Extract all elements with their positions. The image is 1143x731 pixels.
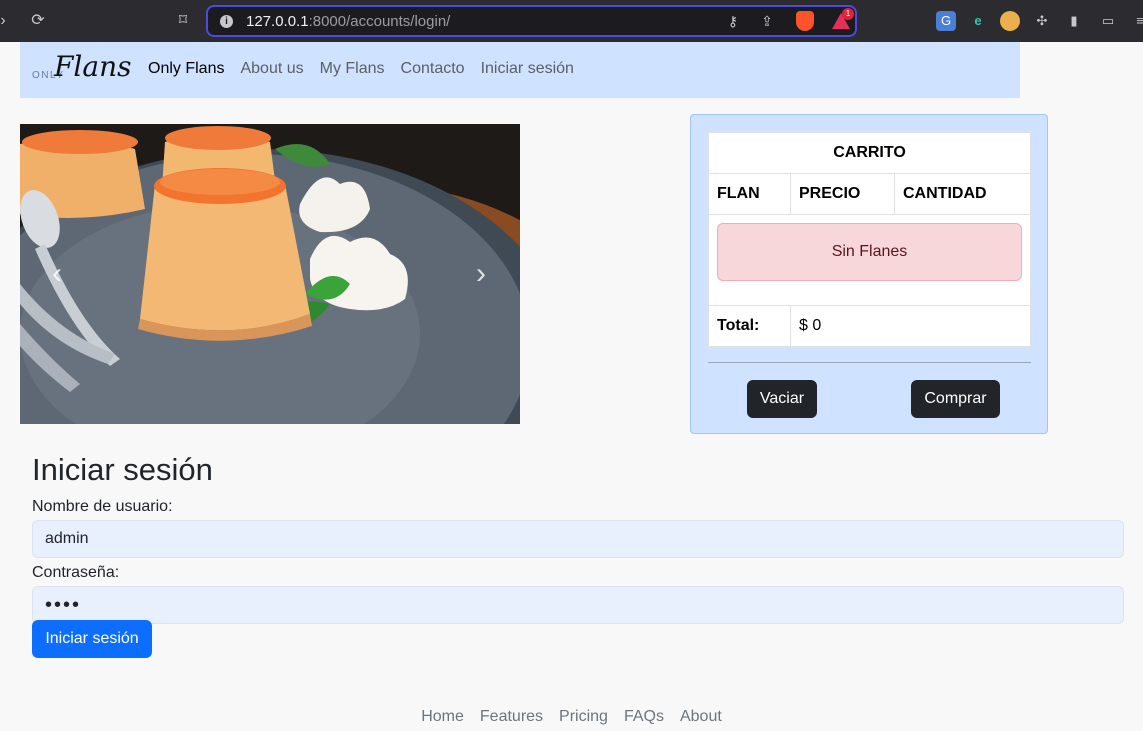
empty-cart-button[interactable]: Vaciar bbox=[747, 380, 817, 418]
cart-col-precio: PRECIO bbox=[790, 173, 895, 215]
wallet-icon[interactable]: ▭ bbox=[1098, 11, 1118, 31]
site-logo[interactable]: ONLY Flans bbox=[32, 50, 137, 86]
login-form: Iniciar sesión Nombre de usuario: admin … bbox=[32, 450, 1124, 658]
avatar-extension-icon[interactable] bbox=[1000, 11, 1020, 31]
page-title: Iniciar sesión bbox=[32, 452, 213, 487]
cart-panel: CARRITO FLAN PRECIO CANTIDAD Sin Flanes … bbox=[690, 114, 1048, 434]
key-icon[interactable]: ⚷ bbox=[723, 11, 743, 31]
nav-link-about-us[interactable]: About us bbox=[232, 60, 311, 78]
cart-col-flan: FLAN bbox=[708, 173, 791, 215]
cart-col-cantidad: CANTIDAD bbox=[894, 173, 1031, 215]
login-submit-button[interactable]: Iniciar sesión bbox=[32, 620, 152, 658]
nav-link-login[interactable]: Iniciar sesión bbox=[473, 60, 582, 78]
carousel-prev-icon[interactable]: ‹ bbox=[42, 254, 72, 294]
extensions-puzzle-icon[interactable]: ✣ bbox=[1032, 11, 1052, 31]
cart-total-value: $ 0 bbox=[790, 305, 1031, 347]
cart-table: CARRITO FLAN PRECIO CANTIDAD Sin Flanes … bbox=[708, 132, 1031, 347]
nav-link-my-flans[interactable]: My Flans bbox=[312, 60, 393, 78]
footer-link-about[interactable]: About bbox=[672, 708, 730, 726]
menu-icon[interactable]: ≡ bbox=[1130, 11, 1143, 31]
rewards-badge: 1 bbox=[842, 8, 854, 20]
site-navbar: ONLY Flans Only Flans About us My Flans … bbox=[20, 42, 1020, 98]
password-label: Contraseña: bbox=[32, 564, 120, 581]
username-input[interactable]: admin bbox=[32, 520, 1124, 558]
footer-link-features[interactable]: Features bbox=[472, 708, 551, 726]
footer-nav: Home Features Pricing FAQs About bbox=[0, 708, 1143, 726]
carousel-next-icon[interactable]: › bbox=[466, 254, 496, 294]
cart-empty-alert: Sin Flanes bbox=[717, 223, 1022, 281]
username-label: Nombre de usuario: bbox=[32, 498, 173, 515]
nav-link-contacto[interactable]: Contacto bbox=[393, 60, 473, 78]
address-bar[interactable]: i 127.0.0.1:8000/accounts/login/ ⚷ ⇪ 1 bbox=[206, 5, 857, 37]
footer-link-home[interactable]: Home bbox=[413, 708, 472, 726]
sidebar-toggle-icon[interactable]: ▮ bbox=[1064, 11, 1084, 31]
cart-total-label: Total: bbox=[708, 305, 791, 347]
browser-toolbar: › ⟳ ⌑ i 127.0.0.1:8000/accounts/login/ ⚷… bbox=[0, 0, 1143, 42]
bookmark-icon[interactable]: ⌑ bbox=[172, 10, 194, 32]
brave-shields-icon[interactable] bbox=[796, 11, 814, 31]
cart-divider bbox=[708, 362, 1031, 363]
footer-link-pricing[interactable]: Pricing bbox=[551, 708, 616, 726]
reload-icon[interactable]: ⟳ bbox=[27, 10, 49, 32]
flan-carousel: ‹ › bbox=[20, 124, 520, 424]
back-icon[interactable]: › bbox=[0, 10, 14, 32]
address-url[interactable]: 127.0.0.1:8000/accounts/login/ bbox=[246, 13, 450, 30]
site-info-icon[interactable]: i bbox=[220, 15, 233, 28]
nav-links: Only Flans About us My Flans Contacto In… bbox=[140, 60, 582, 78]
nav-link-only-flans[interactable]: Only Flans bbox=[140, 60, 232, 78]
flan-photo bbox=[20, 124, 520, 424]
cart-title: CARRITO bbox=[708, 132, 1031, 174]
footer-link-faqs[interactable]: FAQs bbox=[616, 708, 672, 726]
buy-button[interactable]: Comprar bbox=[911, 380, 1000, 418]
share-icon[interactable]: ⇪ bbox=[757, 11, 777, 31]
translate-extension-icon[interactable]: G bbox=[936, 11, 956, 31]
password-input[interactable]: •••• bbox=[32, 586, 1124, 624]
edge-extension-icon[interactable]: e bbox=[968, 11, 988, 31]
